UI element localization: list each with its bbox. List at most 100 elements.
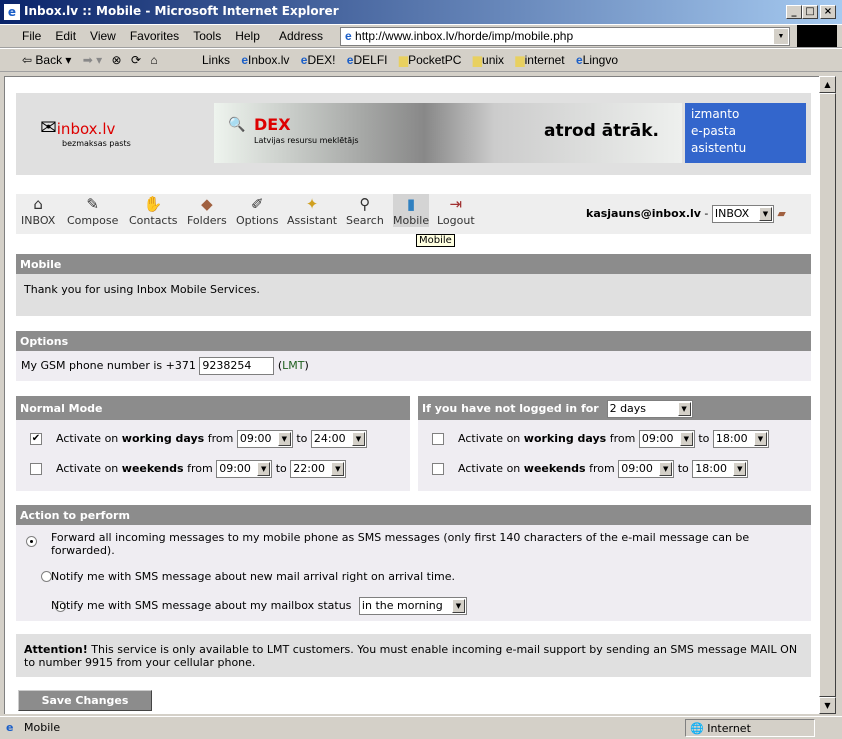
scroll-up-button[interactable]: ▲ (819, 76, 836, 93)
links-bar: ⇦ Back ▾ ➡ ▾ ⊗ ⟳ ⌂ Links eInbox.lv eDEX!… (0, 48, 842, 72)
refresh-icon[interactable]: ⟳ (131, 53, 141, 67)
action-header: Action to perform (16, 505, 811, 525)
action-section: Action to perform Forward all incoming m… (16, 505, 811, 621)
save-changes-button[interactable]: Save Changes (18, 690, 152, 711)
normal-mode-header: Normal Mode (16, 396, 410, 420)
forward-button[interactable]: ➡ ▾ (83, 53, 102, 67)
folder-select[interactable]: INBOX ▼ (711, 205, 774, 223)
notify-status-label: Notify me with SMS message about my mail… (51, 599, 352, 612)
title-bar: Inbox.lv :: Mobile - Microsoft Internet … (0, 0, 842, 24)
wd-from-select[interactable]: 09:00 ▼ (236, 430, 293, 448)
status-time-select[interactable]: in the morning ▼ (358, 597, 467, 615)
phone-input[interactable]: 9238254 (199, 357, 275, 375)
link-pocketpc[interactable]: ▆PocketPC (399, 53, 462, 67)
nav-contacts[interactable]: ✋ Contacts (129, 194, 178, 227)
window-title: Inbox.lv :: Mobile - Microsoft Internet … (24, 4, 339, 18)
ie-icon: e (4, 4, 20, 20)
compose-icon: ✎ (86, 195, 99, 213)
status-text: Mobile (24, 721, 61, 734)
search-icon: ⚲ (359, 195, 371, 213)
page-viewport: ✉inbox.lv bezmaksas pasts DEX 🔍 Latvijas… (4, 76, 819, 714)
address-label: Address (279, 29, 324, 43)
menu-edit[interactable]: Edit (55, 29, 76, 43)
maximize-button[interactable]: □ (802, 5, 818, 19)
link-dex[interactable]: eDEX! (301, 53, 336, 67)
link-delfi[interactable]: eDELFI (347, 53, 388, 67)
away-header: If you have not logged in for (422, 402, 599, 415)
away-we-from-select[interactable]: 09:00 ▼ (618, 460, 675, 478)
zone-indicator: 🌐 Internet (685, 719, 815, 737)
nav-search[interactable]: ⚲ Search (346, 194, 384, 227)
we-to-select[interactable]: 22:00 ▼ (290, 460, 347, 478)
link-lingvo[interactable]: eLingvo (576, 53, 618, 67)
assistant-icon: ✦ (305, 195, 319, 213)
tooltip: Mobile (416, 234, 455, 247)
windows-logo (797, 25, 837, 47)
period-select[interactable]: 2 days ▼ (606, 400, 693, 418)
minimize-button[interactable]: _ (786, 5, 802, 19)
links-label: Links (202, 53, 231, 67)
nav-bar: ⌂ INBOX ✎ Compose ✋ Contacts ◆ Folders ✐ Opti… (16, 194, 811, 234)
address-url: http://www.inbox.lv/horde/imp/mobile.php (355, 29, 574, 43)
menu-file[interactable]: File (22, 29, 41, 43)
user-email: kasjauns@inbox.lv (586, 207, 701, 220)
inbox-logo: ✉inbox.lv bezmaksas pasts (40, 115, 131, 148)
forward-label: Forward all incoming messages to my mobi… (51, 531, 750, 557)
page-icon: e (6, 721, 14, 734)
scroll-down-button[interactable]: ▼ (819, 697, 836, 714)
away-wd-from-select[interactable]: 09:00 ▼ (638, 430, 695, 448)
operator-link[interactable]: LMT (282, 359, 304, 372)
away-we-to-select[interactable]: 18:00 ▼ (692, 460, 749, 478)
working-days-checkbox[interactable]: ✔ (30, 433, 42, 445)
dex-ad[interactable]: DEX 🔍 Latvijas resursu meklētājs atrod ā… (214, 103, 682, 163)
nav-mobile[interactable]: ▮ Mobile (393, 194, 430, 227)
forward-radio[interactable] (26, 536, 37, 547)
menu-view[interactable]: View (90, 29, 116, 43)
address-dropdown[interactable]: ▼ (774, 29, 788, 44)
logout-icon: ⇥ (449, 195, 463, 213)
menu-tools[interactable]: Tools (193, 29, 221, 43)
magnifier-icon: 🔍 (228, 117, 246, 133)
phone-label: My GSM phone number is +371 (21, 359, 196, 372)
address-input[interactable]: e http://www.inbox.lv/horde/imp/mobile.p… (340, 27, 790, 46)
nav-options[interactable]: ✐ Options (236, 194, 278, 227)
home-icon[interactable]: ⌂ (150, 53, 157, 67)
menu-help[interactable]: Help (235, 29, 260, 43)
globe-icon: 🌐 (690, 722, 704, 735)
back-button[interactable]: ⇦ Back ▾ (22, 53, 71, 67)
folder-icon: ◆ (201, 195, 213, 213)
menu-favorites[interactable]: Favorites (130, 29, 179, 43)
notify-arrival-radio[interactable] (40, 571, 52, 582)
wd-to-select[interactable]: 24:00 ▼ (310, 430, 367, 448)
nav-assistant[interactable]: ✦ Assistant (287, 194, 337, 227)
options-icon: ✐ (250, 195, 264, 213)
banner: ✉inbox.lv bezmaksas pasts DEX 🔍 Latvijas… (16, 93, 811, 175)
close-button[interactable]: × (820, 5, 836, 19)
assistant-ad[interactable]: izmanto e-pasta asistentu (685, 103, 806, 163)
contacts-icon: ✋ (143, 195, 163, 213)
notify-arrival-label: Notify me with SMS message about new mai… (51, 570, 456, 583)
mobile-text: Thank you for using Inbox Mobile Service… (16, 274, 811, 316)
nav-folders[interactable]: ◆ Folders (187, 194, 227, 227)
away-wd-to-select[interactable]: 18:00 ▼ (712, 430, 769, 448)
link-internet[interactable]: ▆internet (515, 53, 564, 67)
away-working-days-checkbox[interactable] (432, 433, 444, 445)
scroll-thumb[interactable] (819, 93, 836, 697)
nav-logout[interactable]: ⇥ Logout (437, 194, 475, 227)
attention-notice: Attention! This service is only availabl… (16, 634, 811, 677)
link-unix[interactable]: ▆unix (473, 53, 504, 67)
nav-inbox[interactable]: ⌂ INBOX (21, 194, 55, 227)
weekends-checkbox[interactable] (30, 463, 42, 475)
normal-mode-section: Normal Mode ✔ Activate on working days f… (16, 396, 410, 491)
stop-icon[interactable]: ⊗ (112, 53, 122, 67)
we-from-select[interactable]: 09:00 ▼ (216, 460, 273, 478)
mobile-section: Mobile Thank you for using Inbox Mobile … (16, 254, 811, 316)
nav-compose[interactable]: ✎ Compose (67, 194, 118, 227)
open-folder-icon[interactable]: ▰ (777, 207, 785, 220)
options-section: Options My GSM phone number is +371 9238… (16, 331, 811, 381)
mobile-icon: ▮ (406, 195, 416, 213)
options-header: Options (16, 331, 811, 351)
away-weekends-checkbox[interactable] (432, 463, 444, 475)
link-inbox[interactable]: eInbox.lv (241, 53, 289, 67)
vertical-scrollbar[interactable]: ▲ ▼ (819, 76, 836, 714)
